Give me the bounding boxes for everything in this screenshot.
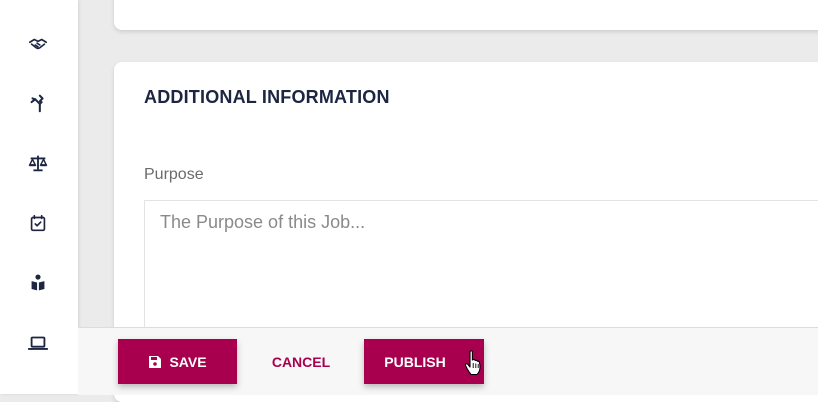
cancel-button-label: CANCEL <box>271 353 331 370</box>
publish-button-label: PUBLISH <box>384 353 446 370</box>
section-title: ADDITIONAL INFORMATION <box>144 87 390 107</box>
save-button[interactable]: SAVE <box>118 339 237 384</box>
scales-icon[interactable] <box>24 151 52 175</box>
purpose-textarea[interactable] <box>144 200 818 340</box>
reader-icon[interactable] <box>24 271 52 295</box>
split-arrows-icon[interactable] <box>24 91 52 115</box>
purpose-label: Purpose <box>144 166 204 183</box>
handshake-icon[interactable] <box>24 33 52 57</box>
sidebar <box>0 0 78 394</box>
cancel-button[interactable]: CANCEL <box>258 339 344 384</box>
calendar-check-icon[interactable] <box>24 211 52 235</box>
save-icon <box>149 355 162 368</box>
save-button-label: SAVE <box>169 353 207 370</box>
laptop-icon[interactable] <box>24 331 52 355</box>
hand-cursor-icon <box>464 350 481 376</box>
previous-section-card <box>114 0 818 30</box>
